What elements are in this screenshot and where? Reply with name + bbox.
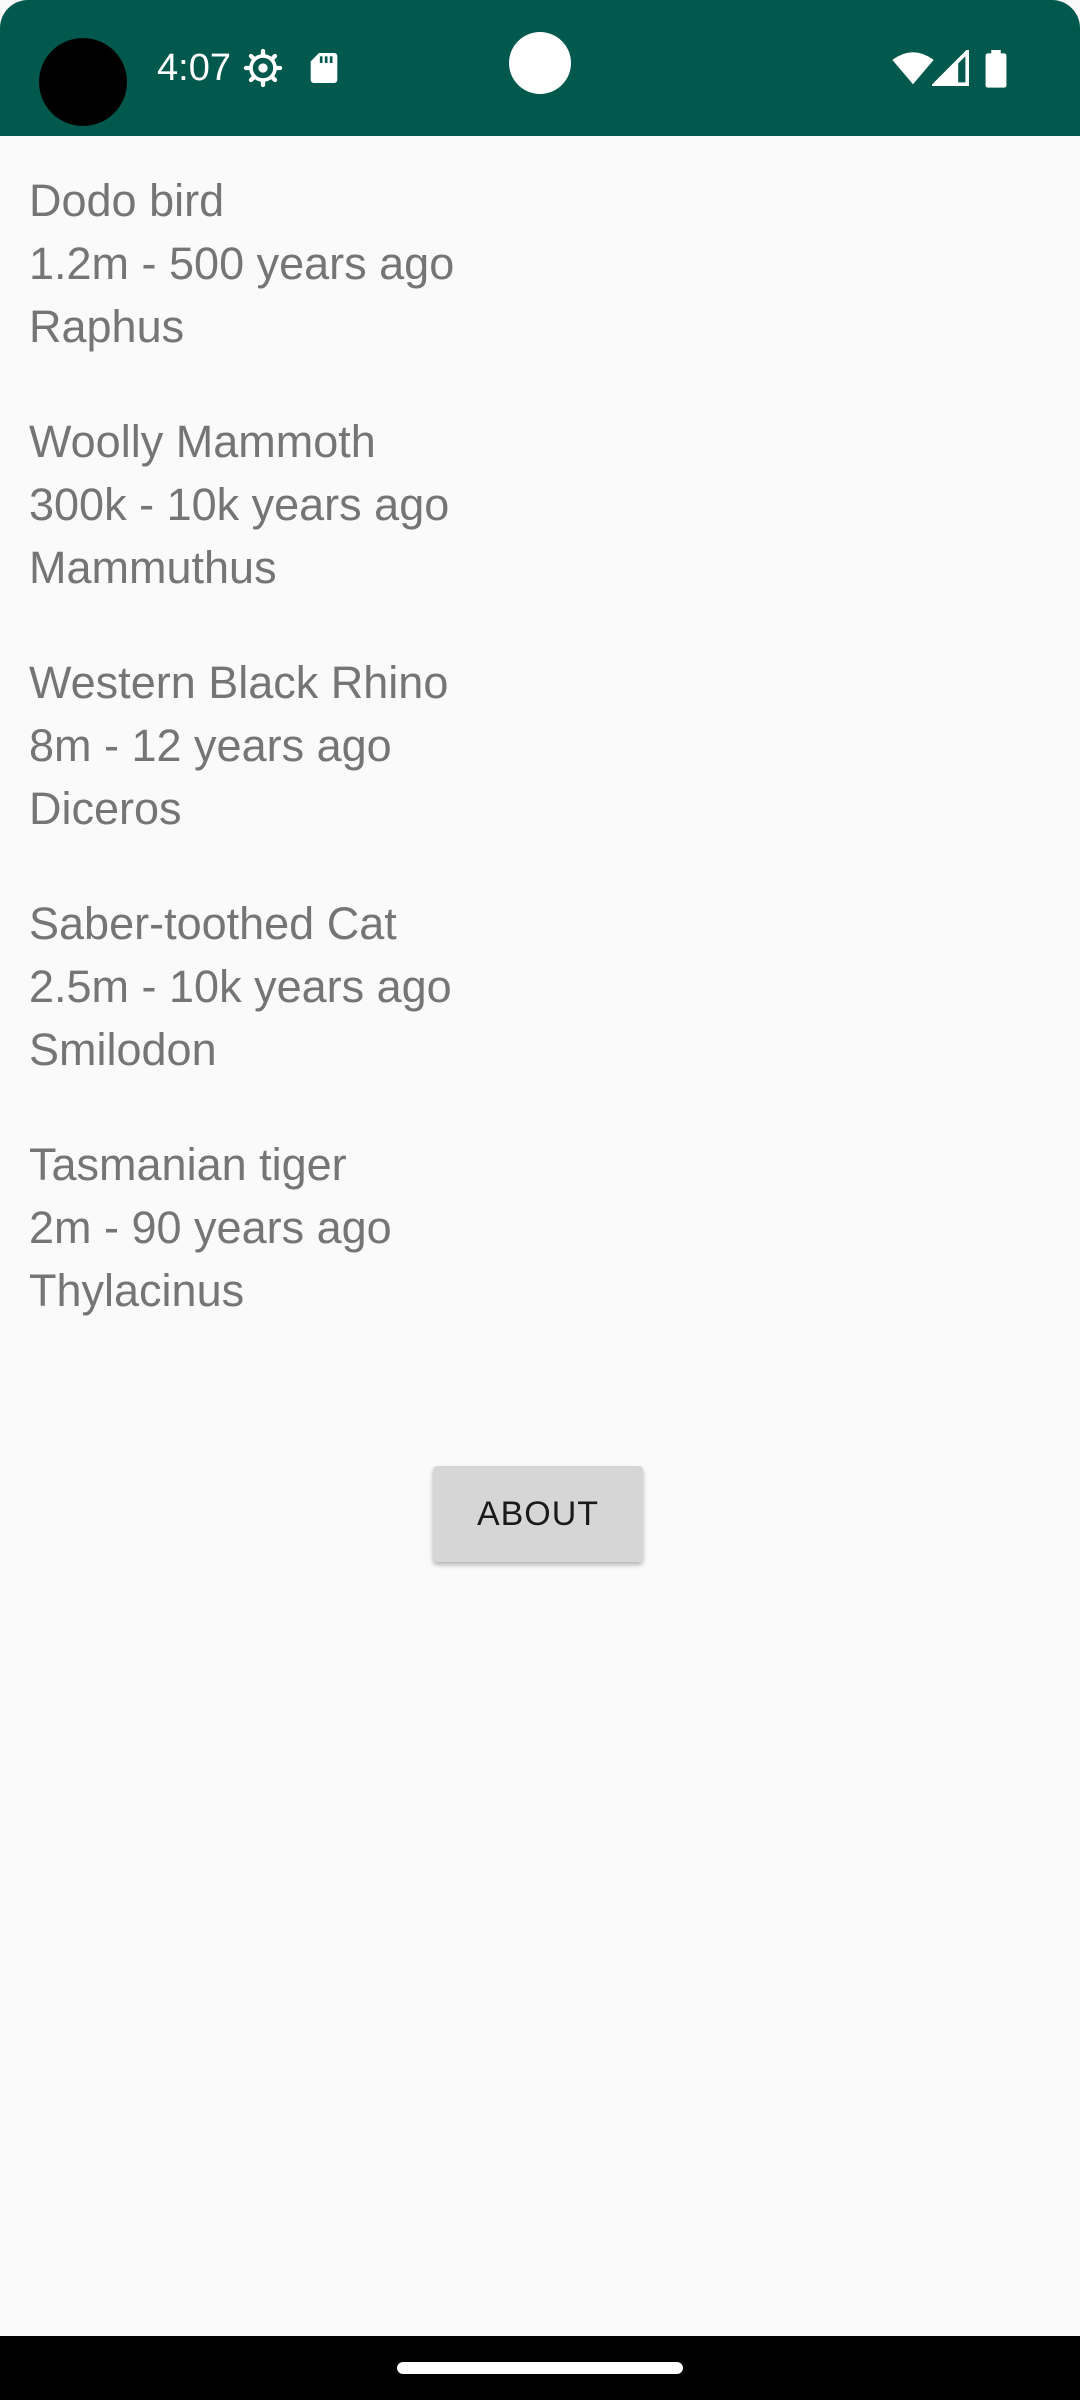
species-genus: Thylacinus (29, 1265, 245, 1316)
species-detail: 8m - 12 years ago (29, 720, 392, 771)
signal-icon (930, 47, 970, 86)
species-detail: 300k - 10k years ago (29, 479, 450, 530)
species-genus: Mammuthus (29, 542, 277, 593)
species-name: Tasmanian tiger (29, 1139, 347, 1190)
list-item[interactable]: Dodo bird 1.2m - 500 years ago Raphus (29, 169, 929, 358)
species-detail: 2.5m - 10k years ago (29, 961, 452, 1012)
navigation-bar (0, 2336, 1080, 2400)
species-name: Saber-toothed Cat (29, 898, 397, 949)
camera-cutout (39, 38, 127, 126)
species-genus: Raphus (29, 301, 185, 352)
species-name: Woolly Mammoth (29, 416, 376, 467)
sdcard-icon (304, 48, 344, 88)
list-item[interactable]: Saber-toothed Cat 2.5m - 10k years ago S… (29, 892, 929, 1081)
list-item[interactable]: Western Black Rhino 8m - 12 years ago Di… (29, 651, 929, 840)
species-name: Western Black Rhino (29, 657, 449, 708)
species-detail: 2m - 90 years ago (29, 1202, 392, 1253)
list-item[interactable]: Woolly Mammoth 300k - 10k years ago Mamm… (29, 410, 929, 599)
species-name: Dodo bird (29, 175, 225, 226)
wifi-icon (891, 50, 935, 86)
status-time: 4:07 (157, 47, 231, 89)
species-genus: Diceros (29, 783, 182, 834)
status-bar: 4:07 (0, 0, 1080, 136)
species-detail: 1.2m - 500 years ago (29, 238, 455, 289)
app-screen: 4:07 Dodo bird 1.2m - 500 years ago Raph… (0, 0, 1080, 2400)
battery-icon (984, 50, 1008, 88)
front-camera-dot (509, 32, 571, 94)
about-button[interactable]: ABOUT (433, 1466, 643, 1562)
home-handle[interactable] (397, 2362, 683, 2374)
gear-icon (243, 48, 283, 88)
species-genus: Smilodon (29, 1024, 217, 1075)
list-item[interactable]: Tasmanian tiger 2m - 90 years ago Thylac… (29, 1133, 929, 1322)
